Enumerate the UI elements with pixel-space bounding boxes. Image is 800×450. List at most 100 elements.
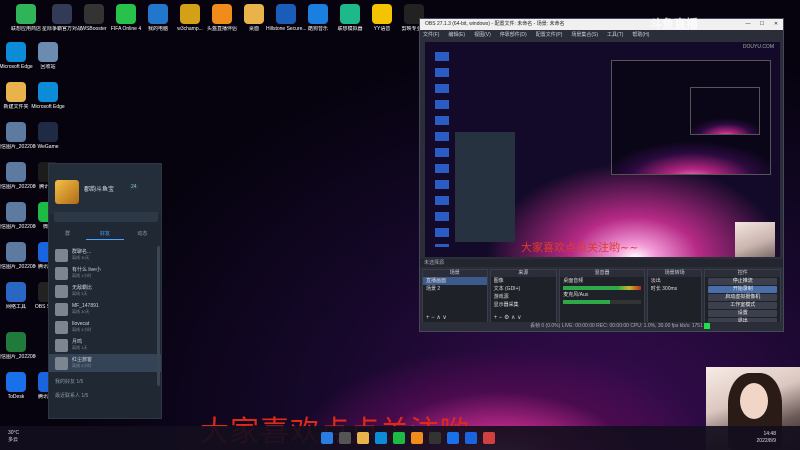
menu-help[interactable]: 帮助(H): [632, 30, 649, 40]
tab-groups[interactable]: 群: [49, 228, 86, 240]
desktop-icon[interactable]: Microsoft Edge: [28, 82, 68, 110]
time: 14:48: [763, 431, 776, 437]
dock-mixer: 混音器 桌面音频 麦克风/Aux: [559, 269, 645, 323]
menu-profile[interactable]: 配置文件(P): [536, 30, 563, 40]
desktop-icon-label: WeGame: [37, 144, 59, 150]
menu-edit[interactable]: 编辑(E): [448, 30, 465, 40]
contact-status: 离线 30天: [72, 255, 90, 260]
obs-status-bar: 丢帧 0 (0.0%) LIVE: 00:00:00 REC: 00:00:00…: [420, 322, 783, 331]
desktop-icon-label: 联想应用商店: [10, 26, 41, 32]
minimize-icon[interactable]: —: [741, 19, 755, 30]
app-icon[interactable]: [483, 432, 495, 444]
menu-scene-collection[interactable]: 场景集合(S): [571, 30, 598, 40]
group-my-friends[interactable]: 我的好友 1/5: [55, 378, 83, 385]
desktop-icon-label: 我的电脑: [147, 26, 168, 32]
contact-status: 离线 2小时: [72, 363, 92, 368]
source-controls[interactable]: + − ⚙ ∧ ∨: [491, 314, 557, 322]
obs-title: OBS 27.1.3 (64-bit, windows) - 配置文件: 未命名…: [425, 21, 565, 27]
list-item[interactable]: 有什么 live小 离线 1小时: [49, 264, 161, 282]
group-recent[interactable]: 最近联系人 1/5: [55, 392, 88, 399]
transition-duration[interactable]: 时长 300ms: [648, 285, 702, 293]
scrollbar[interactable]: [157, 246, 160, 386]
webcam-face: [740, 383, 768, 419]
source-item[interactable]: 文本 (GDI+): [491, 285, 557, 293]
obs-preview[interactable]: DOUYU.COM 大家喜欢点点关注哟~~: [425, 42, 780, 257]
edge-icon: [6, 42, 26, 62]
dock-controls-title: 控件: [705, 270, 780, 277]
maximize-icon[interactable]: ☐: [755, 19, 769, 30]
studio-mode-button[interactable]: 工作室模式: [708, 302, 777, 309]
scene-item[interactable]: 直播画面: [423, 277, 487, 285]
rocket-icon: [84, 4, 104, 24]
wegame-icon: [38, 122, 58, 142]
scene-controls[interactable]: + − ∧ ∨: [423, 314, 487, 322]
source-item[interactable]: 显示器采集: [491, 301, 557, 309]
todesk-icon[interactable]: [447, 432, 459, 444]
preview-nested-obs-2: [690, 87, 760, 135]
dock-sources: 来源 图像 文本 (GDI+) 游戏源 显示器采集 + − ⚙ ∧ ∨: [489, 269, 558, 323]
desktop-icon-label: Microsoft Edge: [31, 104, 65, 110]
virtual-camera-button[interactable]: 启动虚拟摄像机: [708, 294, 777, 301]
taskbar-apps: [318, 432, 498, 444]
fifa-icon: [116, 4, 136, 24]
live-icon[interactable]: [411, 432, 423, 444]
dock-scenes: 场景 直播画面 场景 2 + − ∧ ∨: [422, 269, 488, 323]
search-input[interactable]: [54, 212, 158, 222]
mixer-channel: 桌面音频: [563, 278, 584, 284]
start-icon[interactable]: [321, 432, 333, 444]
volume-meter: [563, 286, 641, 290]
desktop-icon[interactable]: 联想应用商店: [6, 4, 46, 32]
tab-moments[interactable]: 动态: [124, 228, 161, 240]
edge-icon[interactable]: [375, 432, 387, 444]
contact-status: 离线 2小时: [72, 327, 92, 332]
menu-view[interactable]: 视图(V): [474, 30, 491, 40]
wechat-icon[interactable]: [393, 432, 405, 444]
username: 郡韵斗鱼宝: [84, 187, 115, 193]
meeting-icon[interactable]: [465, 432, 477, 444]
menu-tools[interactable]: 工具(T): [607, 30, 623, 40]
weather-widget[interactable]: 30°C 多云: [8, 430, 19, 444]
dock-transitions-title: 场景转场: [647, 270, 702, 277]
avatar[interactable]: [55, 180, 79, 204]
store-icon: [16, 4, 36, 24]
desktop-icon-label: w3champ...: [177, 26, 203, 32]
scene-item[interactable]: 场景 2: [423, 285, 487, 293]
image-icon: [6, 242, 26, 262]
source-item[interactable]: 游戏源: [491, 293, 557, 301]
explorer-icon[interactable]: [357, 432, 369, 444]
avatar: [55, 338, 68, 352]
obs-window: OBS 27.1.3 (64-bit, windows) - 配置文件: 未命名…: [419, 18, 784, 332]
weather-temp: 30°C: [8, 430, 20, 436]
list-item[interactable]: MF_147891 离线 30天: [49, 300, 161, 318]
avatar: [55, 284, 68, 298]
transition-select[interactable]: 淡出: [648, 277, 702, 285]
tab-friends[interactable]: 好友: [86, 228, 124, 240]
desktop-icon[interactable]: 微信图片_2022080...: [0, 332, 36, 360]
edge-icon: [38, 82, 58, 102]
obs-icon[interactable]: [429, 432, 441, 444]
desktop-icon-label: WSBooster: [81, 26, 107, 32]
network-icon: [6, 282, 26, 302]
dock-controls: 控件 停止推流 开始录制 启动虚拟摄像机 工作室模式 设置 退出: [704, 269, 781, 325]
contact-status: 离线 1小时: [72, 273, 92, 278]
desktop-icon[interactable]: 回收站: [28, 42, 68, 70]
list-item[interactable]: 群聊名... 离线 30天: [49, 246, 161, 264]
settings-button[interactable]: 设置: [708, 310, 777, 317]
list-item[interactable]: Ilovecat 离线 2小时: [49, 318, 161, 336]
search-icon[interactable]: [339, 432, 351, 444]
close-icon[interactable]: ✕: [769, 19, 783, 30]
clock[interactable]: 14:48 2022/8/9: [757, 431, 776, 445]
list-item[interactable]: 红尘旅客 离线 2小时: [49, 354, 161, 372]
source-item[interactable]: 图像: [491, 277, 557, 285]
desktop-icon[interactable]: WeGame: [28, 122, 68, 150]
dock-transitions: 场景转场 淡出 时长 300ms: [646, 269, 703, 323]
avatar: [55, 356, 68, 370]
menu-file[interactable]: 文件(F): [423, 30, 439, 40]
folder-icon: [244, 4, 264, 24]
menu-docks[interactable]: 停靠部件(D): [500, 30, 527, 40]
start-recording-button[interactable]: 开始录制: [708, 286, 777, 293]
stop-streaming-button[interactable]: 停止推流: [708, 278, 777, 285]
computer-icon: [148, 4, 168, 24]
list-item[interactable]: 无敌霸比 离线 3天: [49, 282, 161, 300]
list-item[interactable]: 月鸣 离线 1天: [49, 336, 161, 354]
